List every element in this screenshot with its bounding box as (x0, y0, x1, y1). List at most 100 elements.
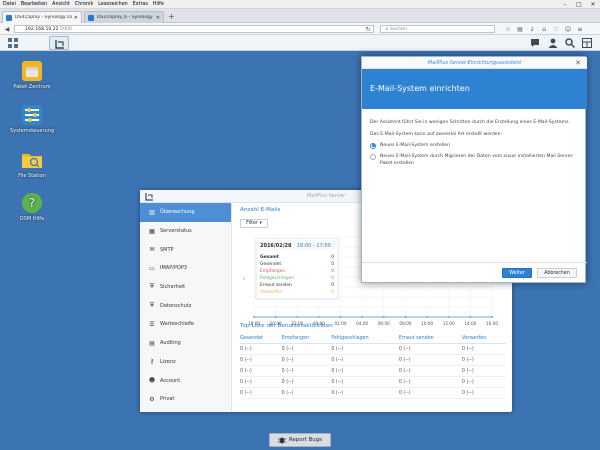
sidebar-item[interactable]: ⛨ Sicherheit (140, 278, 231, 297)
menu-item[interactable]: Lesezeichen (98, 2, 127, 7)
tab-close-icon[interactable]: ✕ (156, 15, 160, 21)
bookmarks-icon[interactable]: ▤ (516, 25, 524, 33)
table-cell: 0 (--) (281, 365, 332, 377)
sidebar-item[interactable]: ⚙ Privat (140, 390, 231, 409)
sidebar-item[interactable]: ☰ Warteschleife (140, 315, 231, 334)
sidebar-item[interactable]: ☻ Account (140, 371, 231, 390)
browser-tab-2[interactable]: DS216play_6 - Synology Dis... ✕ (84, 11, 164, 23)
gear-icon: ⚙ (149, 395, 155, 403)
close-icon[interactable]: ✕ (575, 59, 581, 67)
desktop-icon-control-panel[interactable]: Systemsteuerung (7, 104, 57, 134)
audit-icon: ▤ (149, 339, 155, 347)
top-list-title: Top-Liste der Benutzeraktivitäten (240, 323, 333, 329)
sidebar-item[interactable]: ▤ Auditing (140, 334, 231, 353)
report-bugs-button[interactable]: Report Bugs (269, 433, 331, 447)
browser-tab-1[interactable]: DS415play - Synology Disk... ✕ (2, 11, 82, 23)
desktop-icon-label: Systemsteuerung (9, 128, 55, 134)
radio-migrate-system[interactable]: Neues E-Mail-System durch Migrieren der … (370, 153, 580, 167)
menu-item[interactable]: Bearbeiten (21, 2, 47, 7)
url-bar[interactable]: 192.168.10.22:5000 (14, 25, 374, 33)
radio-new-system[interactable]: Neues E-Mail-System erstellen (370, 142, 580, 149)
next-button[interactable]: Weiter (502, 268, 532, 278)
section-title: Anzahl E-Mails (240, 207, 281, 213)
tooltip-row-value: 0 (331, 275, 334, 281)
tab-close-icon[interactable]: ✕ (74, 15, 78, 21)
window-controls: – □ ✕ (558, 0, 600, 9)
maximize-icon[interactable]: □ (572, 0, 586, 9)
data-point (361, 316, 364, 318)
close-window-icon[interactable]: ✕ (586, 0, 600, 9)
x-tick-label: 04:00 (356, 321, 368, 326)
bookmark-star-icon[interactable]: ☆ (504, 25, 512, 33)
widgets-icon[interactable] (582, 38, 592, 48)
main-menu-grid-icon[interactable] (8, 38, 18, 48)
table-cell: 0 (--) (461, 365, 506, 377)
desktop-icon-package-center[interactable]: Paket-Zentrum (7, 60, 57, 90)
menu-item[interactable]: Datei (3, 2, 16, 7)
sidebar-item[interactable]: ▦ Serverstatus (140, 222, 231, 241)
column-header[interactable]: Fehlgeschlagen (331, 334, 399, 344)
desktop-icon-file-station[interactable]: File Station (7, 149, 57, 179)
data-point (447, 316, 450, 318)
sidebar-item-label: Sicherheit (160, 284, 186, 291)
tooltip-row-value: 0 (331, 268, 334, 274)
wizard-question: Das E-Mail-System kann auf zweierlei Art… (370, 132, 503, 137)
user-icon[interactable] (548, 38, 558, 48)
minimize-icon[interactable]: – (558, 0, 572, 9)
user-icon: ☻ (148, 377, 156, 385)
data-point (253, 316, 255, 318)
data-point (404, 316, 407, 318)
sidebar-item[interactable]: ⛨ Datenschutz (140, 296, 231, 315)
table-cell: 0 (--) (281, 343, 332, 355)
column-header[interactable]: Verwerfen (461, 334, 506, 344)
reload-icon[interactable]: ↻ (364, 25, 372, 33)
search-icon[interactable] (565, 38, 575, 48)
filter-button[interactable]: Filter ▾ (240, 219, 268, 228)
menu-item[interactable]: Ansicht (52, 2, 70, 7)
download-icon[interactable]: ↓ (528, 25, 536, 33)
sidebar-item-label: Account (160, 377, 181, 384)
hamburger-menu-icon[interactable]: ≡ (576, 25, 584, 33)
column-header[interactable]: Erneut senden (398, 334, 462, 344)
notification-icon[interactable] (530, 38, 540, 48)
column-header[interactable]: Gesendet (240, 334, 282, 344)
sidebar-item-label: Lizenz (160, 358, 176, 365)
tooltip-row-label: Fehlgeschlagen (260, 275, 294, 281)
menu-item[interactable]: Extras (133, 2, 148, 7)
window-title: MailPlus Server (306, 193, 346, 199)
cancel-button[interactable]: Abbrechen (537, 268, 577, 278)
pocket-icon[interactable]: ♡ (552, 25, 560, 33)
data-point (426, 316, 428, 318)
radio-unselected-icon[interactable] (370, 153, 376, 160)
menu-item[interactable]: Hilfe (153, 2, 164, 7)
home-icon[interactable]: ⌂ (540, 25, 548, 33)
sidebar-item[interactable]: ▭ IMAP/POP3 (140, 259, 231, 278)
desktop-icon-dsm-help[interactable]: ? DSM Hilfe (7, 192, 57, 222)
column-header[interactable]: Empfangen (281, 334, 332, 344)
tooltip-row-label: Empfangen (260, 268, 285, 274)
menu-item[interactable]: Chronik (75, 2, 93, 7)
back-icon[interactable]: ◀ (3, 25, 11, 33)
data-point (318, 316, 320, 318)
sidebar-item-label: Datenschutz (160, 302, 192, 309)
sidebar-item-label: IMAP/POP3 (160, 265, 188, 272)
key-icon: ⚷ (149, 358, 155, 366)
sidebar-item[interactable]: ▥ Überwachung (140, 203, 231, 222)
chart-prev-icon[interactable]: ‹ (242, 274, 246, 284)
sidebar-item[interactable]: ⚷ Lizenz (140, 353, 231, 372)
inbox-icon: ▭ (149, 264, 155, 272)
tooltip-row-label: Erneut senden (260, 282, 292, 288)
mailplus-taskbar-button[interactable] (49, 36, 69, 50)
search-input[interactable]: Suchen (380, 25, 495, 33)
user-activity-table: Gesendet Empfangen Fehlgeschlagen Erneut se… (240, 334, 506, 399)
chat-icon[interactable]: ☺ (564, 25, 572, 33)
x-tick-label: 06:00 (378, 321, 390, 326)
bug-icon (278, 437, 287, 444)
sidebar-item[interactable]: ✉ SMTP (140, 240, 231, 259)
new-tab-button[interactable]: + (168, 12, 175, 21)
radio-selected-icon[interactable] (370, 142, 376, 149)
table-cell: 0 (--) (281, 354, 332, 366)
table-row: 0 (--) 0 (--) 0 (--) 0 (--) 0 (--) (240, 387, 506, 399)
envelope-icon: ✉ (149, 246, 155, 254)
sidebar-item-label: Auditing (160, 340, 181, 347)
